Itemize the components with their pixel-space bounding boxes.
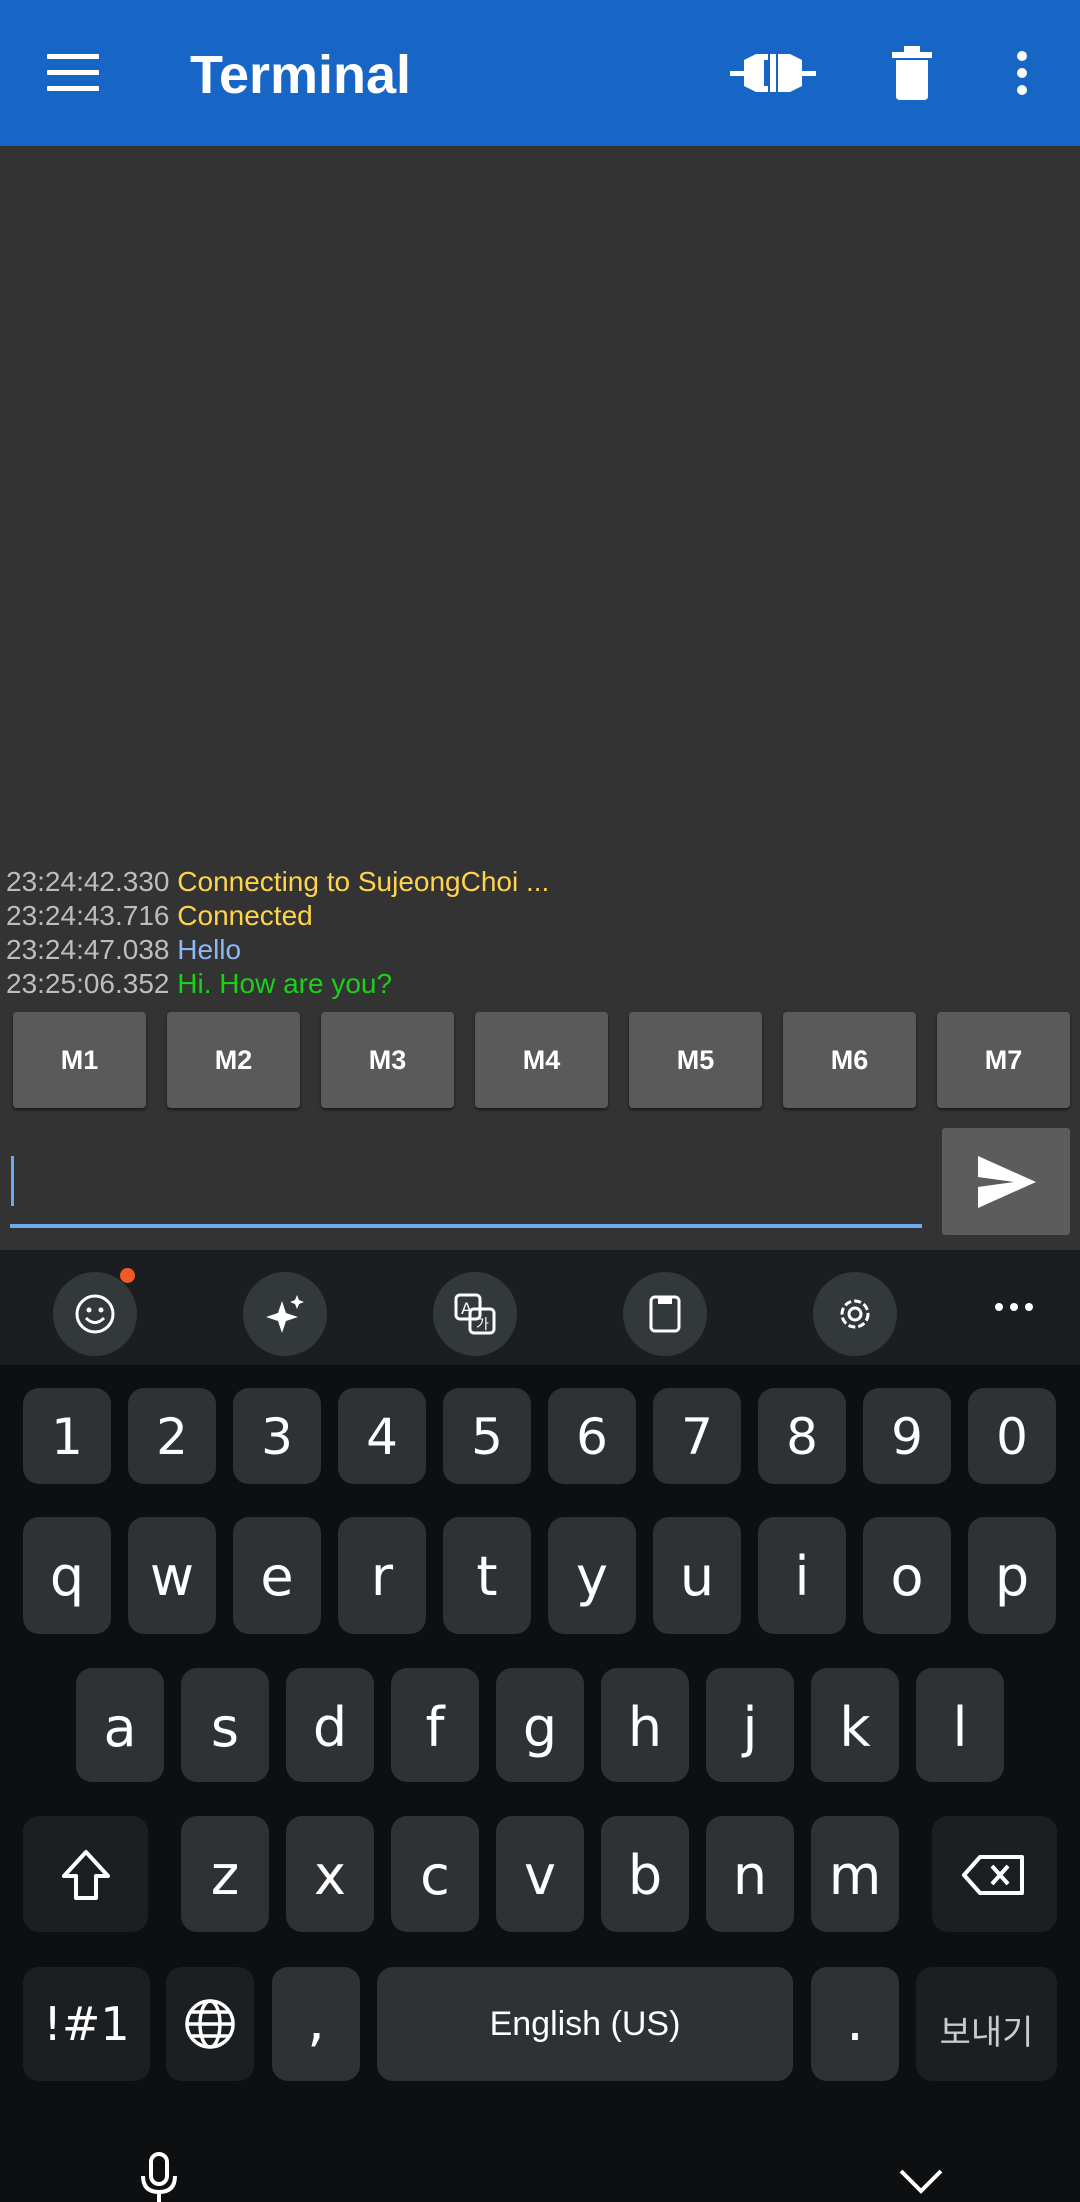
symbols-key[interactable]: !#1: [23, 1967, 150, 2081]
key-r[interactable]: r: [338, 1517, 426, 1634]
clipboard-icon[interactable]: [623, 1272, 707, 1356]
menu-icon[interactable]: [47, 54, 99, 92]
key-u[interactable]: u: [653, 1517, 741, 1634]
keyboard-toolbar: A가: [0, 1250, 1080, 1365]
key-2[interactable]: 2: [128, 1388, 216, 1484]
key-x[interactable]: x: [286, 1816, 374, 1932]
key-3[interactable]: 3: [233, 1388, 321, 1484]
emoji-icon[interactable]: [53, 1272, 137, 1356]
ai-sparkle-icon[interactable]: [243, 1272, 327, 1356]
more-vert-icon[interactable]: [1010, 40, 1034, 106]
language-key[interactable]: [166, 1967, 254, 2081]
key-l[interactable]: l: [916, 1668, 1004, 1782]
key-z[interactable]: z: [181, 1816, 269, 1932]
key-k[interactable]: k: [811, 1668, 899, 1782]
key-g[interactable]: g: [496, 1668, 584, 1782]
app-bar: Terminal: [0, 0, 1080, 146]
delete-icon[interactable]: [890, 40, 934, 106]
soft-keyboard: A가 1 2 3 4 5 6 7 8 9 0 q w e r t y u i o…: [0, 1250, 1080, 2202]
send-button[interactable]: [942, 1128, 1070, 1235]
globe-icon: [185, 1999, 235, 2049]
key-4[interactable]: 4: [338, 1388, 426, 1484]
input-row: [0, 1118, 1080, 1250]
settings-icon[interactable]: [813, 1272, 897, 1356]
key-h[interactable]: h: [601, 1668, 689, 1782]
hide-keyboard-icon[interactable]: [898, 2168, 944, 2194]
key-s[interactable]: s: [181, 1668, 269, 1782]
macro-button-m3[interactable]: M3: [321, 1012, 454, 1108]
key-c[interactable]: c: [391, 1816, 479, 1932]
more-horiz-icon[interactable]: [994, 1302, 1034, 1312]
svg-text:A: A: [461, 1299, 472, 1318]
svg-text:가: 가: [476, 1317, 489, 1333]
space-key[interactable]: English (US): [377, 1967, 793, 2081]
shift-icon: [62, 1850, 110, 1900]
key-t[interactable]: t: [443, 1517, 531, 1634]
macro-button-m1[interactable]: M1: [13, 1012, 146, 1108]
key-p[interactable]: p: [968, 1517, 1056, 1634]
notification-dot: [120, 1268, 135, 1283]
text-caret: [11, 1156, 14, 1206]
key-b[interactable]: b: [601, 1816, 689, 1932]
enter-send-key[interactable]: 보내기: [916, 1967, 1057, 2081]
key-f[interactable]: f: [391, 1668, 479, 1782]
key-e[interactable]: e: [233, 1517, 321, 1634]
connect-icon[interactable]: [730, 40, 816, 106]
macro-button-m6[interactable]: M6: [783, 1012, 916, 1108]
key-j[interactable]: j: [706, 1668, 794, 1782]
translate-icon[interactable]: A가: [433, 1272, 517, 1356]
macro-button-m5[interactable]: M5: [629, 1012, 762, 1108]
microphone-icon[interactable]: [139, 2152, 179, 2202]
key-d[interactable]: d: [286, 1668, 374, 1782]
log-line: 23:24:43.716 Connected: [6, 900, 313, 931]
shift-key[interactable]: [23, 1816, 148, 1932]
key-7[interactable]: 7: [653, 1388, 741, 1484]
key-5[interactable]: 5: [443, 1388, 531, 1484]
log-line: 23:24:47.038 Hello: [6, 934, 242, 965]
comma-key[interactable]: ,: [272, 1967, 360, 2081]
terminal-log: 23:24:42.330 Connecting to SujeongChoi .…: [6, 865, 549, 1001]
key-i[interactable]: i: [758, 1517, 846, 1634]
macro-button-m7[interactable]: M7: [937, 1012, 1070, 1108]
backspace-key[interactable]: [932, 1816, 1057, 1932]
key-n[interactable]: n: [706, 1816, 794, 1932]
key-y[interactable]: y: [548, 1517, 636, 1634]
key-9[interactable]: 9: [863, 1388, 951, 1484]
log-line: 23:25:06.352 Hi. How are you?: [6, 968, 393, 999]
key-m[interactable]: m: [811, 1816, 899, 1932]
macro-bar: M1 M2 M3 M4 M5 M6 M7: [13, 1012, 1080, 1108]
macro-button-m2[interactable]: M2: [167, 1012, 300, 1108]
log-line: 23:24:42.330 Connecting to SujeongChoi .…: [6, 866, 550, 897]
period-key[interactable]: .: [811, 1967, 899, 2081]
page-title: Terminal: [190, 45, 412, 105]
message-input[interactable]: [10, 1154, 922, 1228]
key-w[interactable]: w: [128, 1517, 216, 1634]
backspace-icon: [962, 1855, 1024, 1895]
key-8[interactable]: 8: [758, 1388, 846, 1484]
key-1[interactable]: 1: [23, 1388, 111, 1484]
send-icon: [978, 1156, 1036, 1208]
key-q[interactable]: q: [23, 1517, 111, 1634]
macro-button-m4[interactable]: M4: [475, 1012, 608, 1108]
key-0[interactable]: 0: [968, 1388, 1056, 1484]
key-6[interactable]: 6: [548, 1388, 636, 1484]
key-v[interactable]: v: [496, 1816, 584, 1932]
key-o[interactable]: o: [863, 1517, 951, 1634]
key-a[interactable]: a: [76, 1668, 164, 1782]
